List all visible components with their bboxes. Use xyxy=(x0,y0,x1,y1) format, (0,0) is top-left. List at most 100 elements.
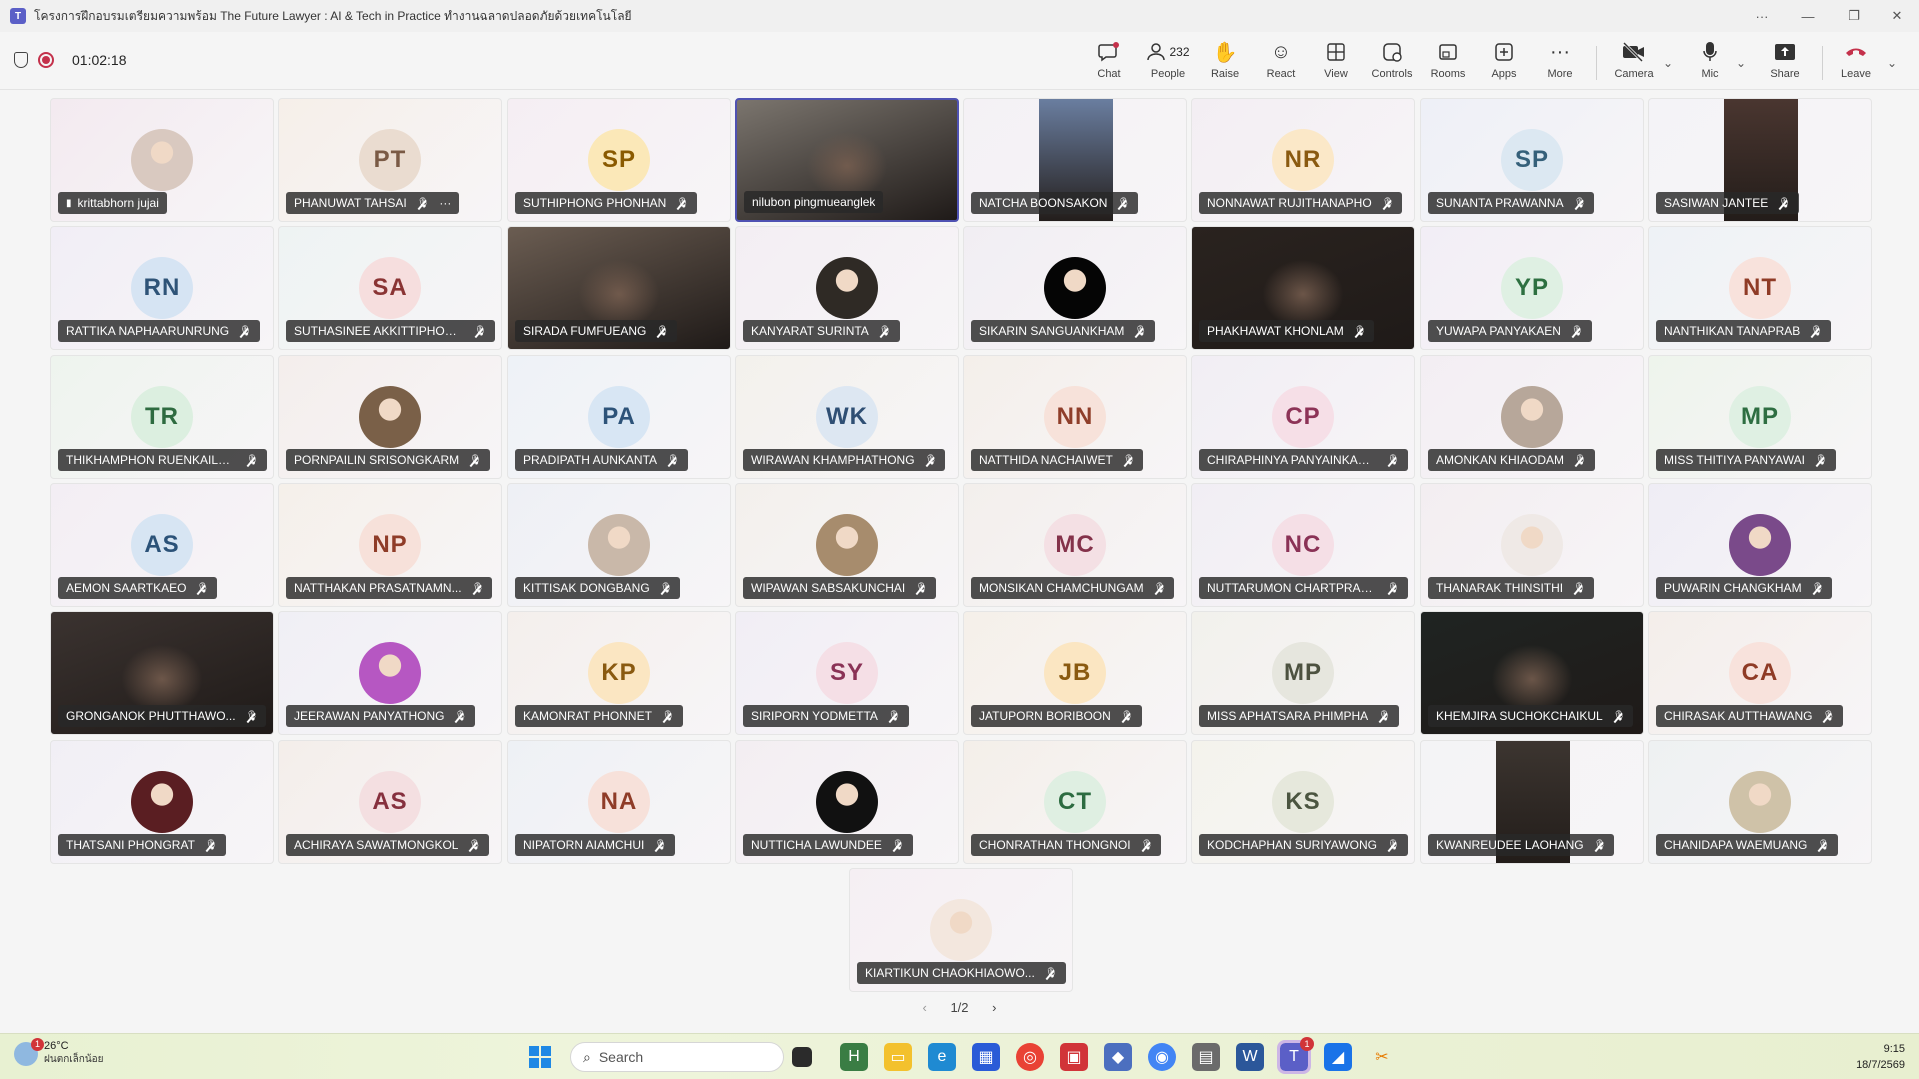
pdf-app-icon[interactable]: ▣ xyxy=(1060,1043,1088,1071)
participant-tile[interactable]: TR THIKHAMPHON RUENKAILO... 🎙 xyxy=(50,355,274,479)
people-app-icon[interactable]: ◆ xyxy=(1104,1043,1132,1071)
participant-tile[interactable]: KWANREUDEE LAOHANG 🎙 xyxy=(1420,740,1644,864)
participant-tile[interactable]: JB JATUPORN BORIBOON 🎙 xyxy=(963,611,1187,735)
mic-muted-icon: 🎙 xyxy=(468,839,482,851)
more-button[interactable]: ··· More xyxy=(1544,38,1576,88)
participant-tile[interactable]: SIRADA FUMFUEANG 🎙 xyxy=(507,226,731,350)
leave-options-chevron-icon[interactable]: ⌄ xyxy=(1887,56,1897,70)
chrome-profile-icon[interactable]: ◉ xyxy=(1148,1043,1176,1071)
participant-tile[interactable]: SY SIRIPORN YODMETTA 🎙 xyxy=(735,611,959,735)
participant-tile[interactable]: AMONKAN KHIAODAM 🎙 xyxy=(1420,355,1644,479)
participant-nametag: CHONRATHAN THONGNOI 🎙 xyxy=(971,834,1162,856)
people-button[interactable]: 232 People xyxy=(1143,38,1193,88)
file-explorer-icon[interactable]: ▭ xyxy=(884,1043,912,1071)
participant-tile[interactable]: NN NATTHIDA NACHAIWET 🎙 xyxy=(963,355,1187,479)
participant-tile[interactable]: MP MISS THITIYA PANYAWAI 🎙 xyxy=(1648,355,1872,479)
taskbar-search-input[interactable]: ⌕ Search xyxy=(570,1042,784,1072)
phone-hangup-icon xyxy=(1844,38,1868,66)
close-window-button[interactable]: ✕ xyxy=(1875,0,1919,32)
react-button[interactable]: ☺ React xyxy=(1264,38,1298,88)
participant-tile[interactable]: KS KODCHAPHAN SURIYAWONG 🎙 xyxy=(1191,740,1415,864)
word-icon[interactable]: W xyxy=(1236,1043,1264,1071)
participant-tile[interactable]: MP MISS APHATSARA PHIMPHA 🎙 xyxy=(1191,611,1415,735)
participant-tile[interactable]: NP NATTHAKAN PRASATNAMN... 🎙 xyxy=(278,483,502,607)
chrome-icon[interactable]: ◎ xyxy=(1016,1043,1044,1071)
participant-tile[interactable]: THATSANI PHONGRAT 🎙 xyxy=(50,740,274,864)
participant-tile[interactable]: RN RATTIKA NAPHAARUNRUNG 🎙 xyxy=(50,226,274,350)
participant-tile[interactable]: CHANIDAPA WAEMUANG 🎙 xyxy=(1648,740,1872,864)
weather-widget[interactable]: 1 26°C ฝนตกเล็กน้อย xyxy=(14,1037,104,1067)
participant-tile[interactable]: PT PHANUWAT TAHSAI 🎙 ··· xyxy=(278,98,502,222)
apps-button[interactable]: Apps xyxy=(1488,38,1520,88)
participant-tile[interactable]: WIPAWAN SABSAKUNCHAI 🎙 xyxy=(735,483,959,607)
windows-taskbar: 1 26°C ฝนตกเล็กน้อย ⌕ Search H ▭ e ▦ ◎ ▣… xyxy=(0,1033,1919,1079)
participant-tile[interactable]: AS ACHIRAYA SAWATMONGKOL 🎙 xyxy=(278,740,502,864)
mic-options-chevron-icon[interactable]: ⌄ xyxy=(1736,56,1746,70)
participant-tile[interactable]: KITTISAK DONGBANG 🎙 xyxy=(507,483,731,607)
participant-tile[interactable]: NR NONNAWAT RUJITHANAPHO 🎙 xyxy=(1191,98,1415,222)
participant-tile[interactable]: PORNPAILIN SRISONGKARM 🎙 xyxy=(278,355,502,479)
participant-tile[interactable]: CP CHIRAPHINYA PANYAINKAEW 🎙 xyxy=(1191,355,1415,479)
snipping-tool-icon[interactable]: ✂ xyxy=(1368,1043,1396,1071)
window-more-button[interactable]: ··· xyxy=(1740,0,1784,32)
participant-tile[interactable]: SP SUTHIPHONG PHONHAN 🎙 xyxy=(507,98,731,222)
participant-tile[interactable]: PUWARIN CHANGKHAM 🎙 xyxy=(1648,483,1872,607)
participant-tile[interactable]: NA NIPATORN AIAMCHUI 🎙 xyxy=(507,740,731,864)
view-button[interactable]: View xyxy=(1320,38,1352,88)
participant-tile[interactable]: SA SUTHASINEE AKKITTIPHOO... 🎙 xyxy=(278,226,502,350)
participant-nametag: GRONGANOK PHUTTHAWO... 🎙 xyxy=(58,705,267,727)
maximize-button[interactable]: ❐ xyxy=(1832,0,1876,32)
participant-tile[interactable]: AS AEMON SAARTKAEO 🎙 xyxy=(50,483,274,607)
store-icon[interactable]: ▦ xyxy=(972,1043,1000,1071)
participant-tile[interactable]: SIKARIN SANGUANKHAM 🎙 xyxy=(963,226,1187,350)
participant-tile[interactable]: SASIWAN JANTEE 🎙 xyxy=(1648,98,1872,222)
participant-tile[interactable]: THANARAK THINSITHI 🎙 xyxy=(1420,483,1644,607)
participant-tile[interactable]: PA PRADIPATH AUNKANTA 🎙 xyxy=(507,355,731,479)
participant-tile[interactable]: PHAKHAWAT KHONLAM 🎙 xyxy=(1191,226,1415,350)
more-options-icon[interactable]: ··· xyxy=(439,196,451,210)
participant-tile[interactable]: nilubon pingmueanglek xyxy=(735,98,959,222)
participant-tile[interactable]: YP YUWAPA PANYAKAEN 🎙 xyxy=(1420,226,1644,350)
participant-tile[interactable]: KHEMJIRA SUCHOKCHAIKUL 🎙 xyxy=(1420,611,1644,735)
participant-tile[interactable]: KIARTIKUN CHAOKHIAOWO... 🎙 xyxy=(849,868,1073,992)
raise-hand-button[interactable]: ✋ Raise xyxy=(1208,38,1242,88)
teams-icon[interactable]: T 1 xyxy=(1277,1037,1314,1074)
rooms-button[interactable]: Rooms xyxy=(1430,38,1466,88)
participant-tile[interactable]: NUTTICHA LAWUNDEE 🎙 xyxy=(735,740,959,864)
minimize-button[interactable]: — xyxy=(1786,0,1830,32)
edu-app-icon[interactable]: H xyxy=(840,1043,868,1071)
title-bar: T โครงการฝึกอบรมเตรียมความพร้อม The Futu… xyxy=(0,0,1919,32)
participant-tile[interactable]: CT CHONRATHAN THONGNOI 🎙 xyxy=(963,740,1187,864)
participant-tile[interactable]: KANYARAT SURINTA 🎙 xyxy=(735,226,959,350)
meeting-timer: 01:02:18 xyxy=(72,52,127,68)
participant-tile[interactable]: SP SUNANTA PRAWANNA 🎙 xyxy=(1420,98,1644,222)
share-button[interactable]: Share xyxy=(1768,38,1802,88)
participant-tile[interactable]: NC NUTTARUMON CHARTPRASE... 🎙 xyxy=(1191,483,1415,607)
participant-tile[interactable]: GRONGANOK PHUTTHAWO... 🎙 xyxy=(50,611,274,735)
system-clock[interactable]: 9:15 18/7/2569 xyxy=(1856,1041,1905,1073)
participant-tile[interactable]: KP KAMONRAT PHONNET 🎙 xyxy=(507,611,731,735)
calculator-icon[interactable]: ▤ xyxy=(1192,1043,1220,1071)
camera-label: Camera xyxy=(1614,68,1654,80)
leave-button[interactable]: Leave xyxy=(1838,38,1874,88)
search-icon: ⌕ xyxy=(583,1048,591,1065)
prev-page-button[interactable]: ‹ xyxy=(922,1000,926,1015)
edge-icon[interactable]: e xyxy=(928,1043,956,1071)
next-page-button[interactable]: › xyxy=(992,1000,996,1015)
mic-button[interactable]: Mic xyxy=(1694,38,1726,88)
chat-button[interactable]: Chat xyxy=(1094,38,1124,88)
photos-icon[interactable]: ◢ xyxy=(1324,1043,1352,1071)
participant-tile[interactable]: WK WIRAWAN KHAMPHATHONG 🎙 xyxy=(735,355,959,479)
controls-button[interactable]: Controls xyxy=(1368,38,1416,88)
mic-muted-icon: 🎙 xyxy=(1120,710,1134,722)
task-view-icon[interactable] xyxy=(792,1047,812,1067)
participant-tile[interactable]: MC MONSIKAN CHAMCHUNGAM 🎙 xyxy=(963,483,1187,607)
participant-tile[interactable]: NATCHA BOONSAKON 🎙 xyxy=(963,98,1187,222)
participant-tile[interactable]: JEERAWAN PANYATHONG 🎙 xyxy=(278,611,502,735)
camera-button[interactable]: Camera xyxy=(1612,38,1656,88)
participant-tile[interactable]: CA CHIRASAK AUTTHAWANG 🎙 xyxy=(1648,611,1872,735)
participant-tile[interactable]: NT NANTHIKAN TANAPRAB 🎙 xyxy=(1648,226,1872,350)
windows-start-icon[interactable] xyxy=(526,1043,554,1071)
camera-options-chevron-icon[interactable]: ⌄ xyxy=(1663,56,1673,70)
participant-tile[interactable]: ▮ krittabhorn jujai xyxy=(50,98,274,222)
